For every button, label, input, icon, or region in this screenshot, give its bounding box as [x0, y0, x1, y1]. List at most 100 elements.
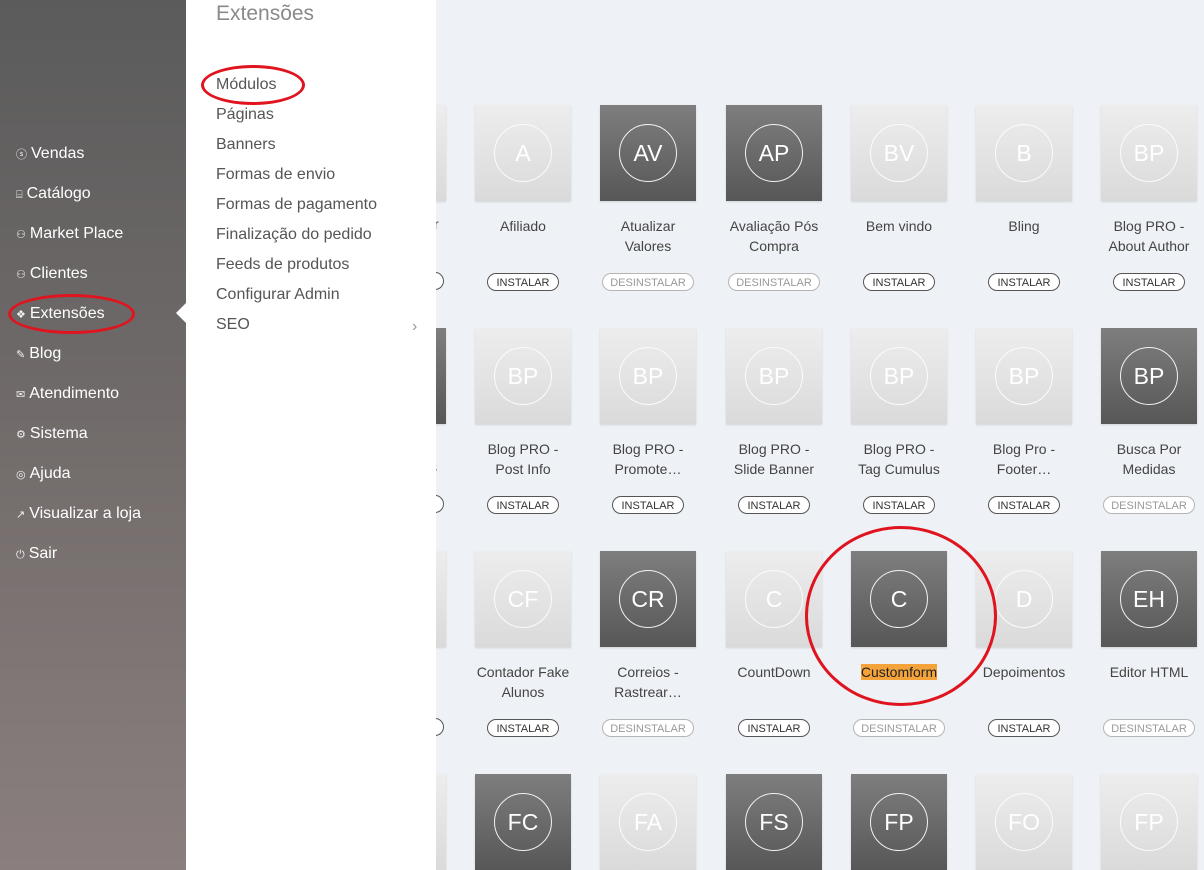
- module-tile[interactable]: FS: [726, 774, 822, 870]
- module-tile-partial[interactable]: [436, 551, 446, 647]
- install-button[interactable]: INSTALAR: [487, 273, 559, 291]
- module-tile[interactable]: FP: [851, 774, 947, 870]
- submenu-item-configurar-admin[interactable]: Configurar Admin: [216, 284, 340, 306]
- sidebar-item-atendimento[interactable]: ✉ Atendimento: [16, 382, 119, 406]
- pencil-icon: ✎: [16, 349, 26, 361]
- install-button[interactable]: INSTALAR: [487, 719, 559, 737]
- module-tile[interactable]: CR: [600, 551, 696, 647]
- partial-label: s: [436, 459, 437, 475]
- sidebar-item-vendas[interactable]: ⓢ Vendas: [16, 142, 84, 166]
- module-tile[interactable]: BP: [475, 328, 571, 424]
- submenu-item-formas-de-pagamento[interactable]: Formas de pagamento: [216, 194, 377, 216]
- module-tile[interactable]: BP: [600, 328, 696, 424]
- install-button[interactable]: INSTALAR: [738, 496, 810, 514]
- install-button[interactable]: INSTALAR: [863, 273, 935, 291]
- module-name-line2: Valores: [624, 238, 672, 254]
- partial-button[interactable]: [436, 495, 444, 513]
- module-tile[interactable]: FC: [475, 774, 571, 870]
- module-tile[interactable]: CF: [475, 551, 571, 647]
- sidebar-item-label: Blog: [29, 345, 62, 362]
- submenu-item-paginas[interactable]: Páginas: [216, 104, 274, 126]
- module-tile[interactable]: BP: [976, 328, 1072, 424]
- module-initials: B: [995, 124, 1053, 182]
- module-tile[interactable]: BP: [726, 328, 822, 424]
- module-tile[interactable]: B: [976, 105, 1072, 201]
- chevron-right-icon[interactable]: ›: [412, 318, 417, 336]
- sidebar-item-sistema[interactable]: ⚙ Sistema: [16, 422, 88, 446]
- module-initials: BP: [494, 347, 552, 405]
- module-tile-partial[interactable]: [436, 105, 446, 201]
- module-tile[interactable]: D: [976, 551, 1072, 647]
- module-tile[interactable]: BP: [1101, 105, 1197, 201]
- module-initials: BP: [1120, 124, 1178, 182]
- install-button[interactable]: INSTALAR: [988, 273, 1060, 291]
- uninstall-button[interactable]: DESINSTALAR: [728, 273, 820, 291]
- module-tile[interactable]: BV: [851, 105, 947, 201]
- uninstall-button[interactable]: DESINSTALAR: [1103, 719, 1195, 737]
- module-tile[interactable]: FP: [1101, 774, 1197, 870]
- install-button[interactable]: INSTALAR: [1113, 273, 1185, 291]
- module-initials: BP: [870, 347, 928, 405]
- sidebar-item-label: Catálogo: [26, 185, 91, 202]
- module-initials: D: [995, 570, 1053, 628]
- module-name-line2: Post Info: [495, 461, 551, 477]
- uninstall-button[interactable]: DESINSTALAR: [602, 273, 694, 291]
- sidebar-item-label: Vendas: [31, 145, 85, 162]
- sidebar-item-label: Extensões: [29, 305, 105, 322]
- install-button[interactable]: INSTALAR: [863, 496, 935, 514]
- install-button[interactable]: INSTALAR: [988, 496, 1060, 514]
- install-button[interactable]: INSTALAR: [487, 496, 559, 514]
- module-tile[interactable]: C: [851, 551, 947, 647]
- module-name: Correios - Rastrear…: [586, 662, 710, 702]
- install-button[interactable]: INSTALAR: [738, 719, 810, 737]
- module-tile[interactable]: BP: [851, 328, 947, 424]
- module-tile[interactable]: AV: [600, 105, 696, 201]
- partial-button[interactable]: [436, 272, 444, 290]
- module-name: Afiliado: [461, 216, 585, 236]
- uninstall-button[interactable]: DESINSTALAR: [1103, 496, 1195, 514]
- sidebar-item-label: Market Place: [29, 225, 124, 242]
- module-tile[interactable]: BP: [1101, 328, 1197, 424]
- submenu-item-finalizacao-do-pedido[interactable]: Finalização do pedido: [216, 224, 372, 246]
- module-tile[interactable]: A: [475, 105, 571, 201]
- sidebar-item-ajuda[interactable]: ◎ Ajuda: [16, 462, 71, 486]
- module-name: Editor HTML: [1087, 662, 1204, 682]
- sidebar-item-extens-es[interactable]: ❖ Extensões: [16, 302, 105, 326]
- submenu-item-formas-de-envio[interactable]: Formas de envio: [216, 164, 335, 186]
- uninstall-button[interactable]: DESINSTALAR: [602, 719, 694, 737]
- install-button[interactable]: INSTALAR: [988, 719, 1060, 737]
- module-tile[interactable]: FO: [976, 774, 1072, 870]
- module-tile[interactable]: EH: [1101, 551, 1197, 647]
- sidebar-item-blog[interactable]: ✎ Blog: [16, 342, 61, 366]
- module-name-line1: Atualizar: [620, 218, 676, 234]
- sidebar-item-sair[interactable]: ⏻ Sair: [16, 542, 57, 566]
- sidebar-item-market-place[interactable]: ⚇ Market Place: [16, 222, 123, 246]
- module-name-line1: Bem vindo: [865, 218, 933, 234]
- sidebar-item-clientes[interactable]: ⚇ Clientes: [16, 262, 88, 286]
- module-initials: C: [745, 570, 803, 628]
- submenu-item-seo[interactable]: SEO: [216, 314, 250, 336]
- module-name: CountDown: [712, 662, 836, 682]
- module-name: Bem vindo: [837, 216, 961, 236]
- module-name-line2: Alunos: [501, 684, 545, 700]
- module-tile-partial[interactable]: [436, 774, 446, 870]
- module-name-line1: Blog Pro -: [992, 441, 1056, 457]
- partial-button[interactable]: [436, 718, 444, 736]
- module-tile[interactable]: AP: [726, 105, 822, 201]
- module-tile[interactable]: FA: [600, 774, 696, 870]
- submenu-item-feeds-de-produtos[interactable]: Feeds de produtos: [216, 254, 349, 276]
- submenu-item-modulos[interactable]: Módulos: [216, 74, 276, 96]
- submenu-item-banners[interactable]: Banners: [216, 134, 276, 156]
- module-initials: FC: [494, 793, 552, 851]
- module-tile[interactable]: C: [726, 551, 822, 647]
- module-initials: FA: [619, 793, 677, 851]
- user-icon: ⚇: [16, 269, 26, 281]
- module-tile-partial[interactable]: [436, 328, 446, 424]
- sidebar-item-cat-logo[interactable]: ⌸ Catálogo: [16, 182, 91, 206]
- main-sidebar: ⓢ Vendas ⌸ Catálogo ⚇ Market Place ⚇ Clientes ❖ E…: [0, 0, 186, 870]
- module-name: Avaliação Pós Compra: [712, 216, 836, 256]
- install-button[interactable]: INSTALAR: [612, 496, 684, 514]
- sidebar-item-visualizar-a-loja[interactable]: ↗ Visualizar a loja: [16, 502, 141, 526]
- lifebuoy-icon: ◎: [16, 469, 26, 481]
- uninstall-button[interactable]: DESINSTALAR: [853, 719, 945, 737]
